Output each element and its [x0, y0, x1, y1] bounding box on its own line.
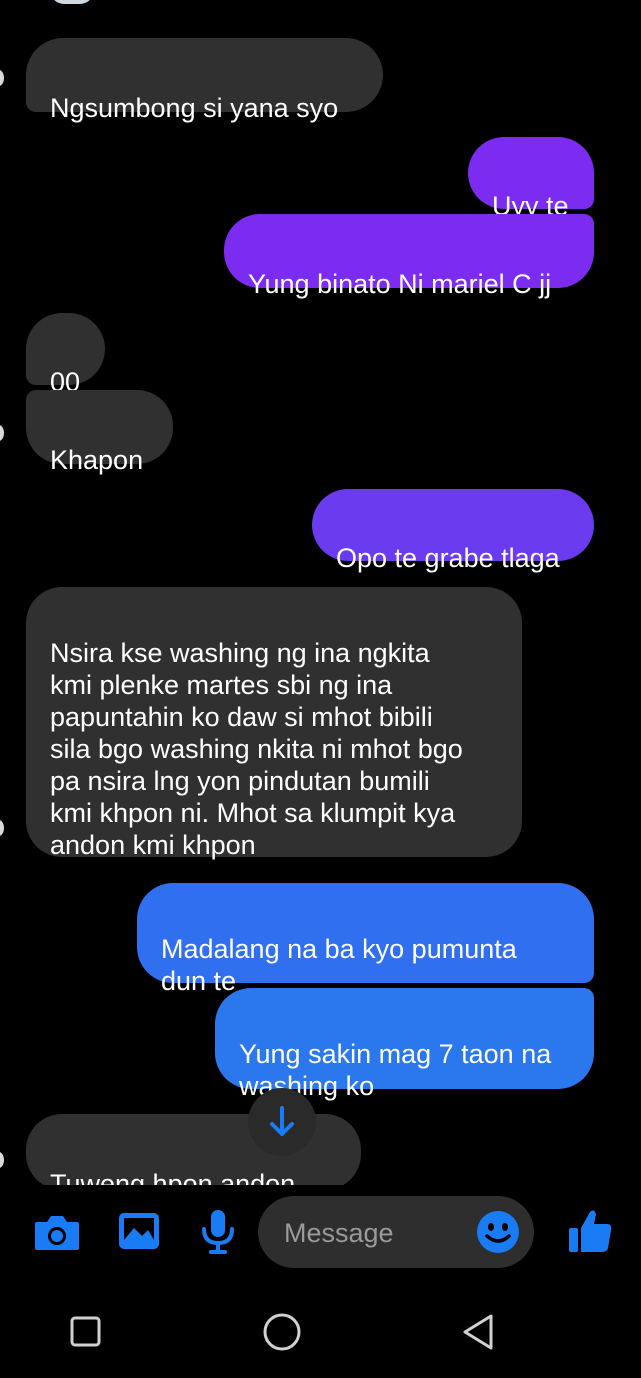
- sender-avatar: [0, 70, 4, 86]
- message-text: Nsira kse washing ng ina ngkita kmi plen…: [50, 638, 463, 860]
- message-bubble-sent[interactable]: Opo te grabe tlaga: [312, 489, 594, 573]
- message-input[interactable]: [282, 1214, 466, 1252]
- back-icon[interactable]: [460, 1312, 496, 1352]
- message-input-container: [258, 1196, 534, 1268]
- emoji-icon[interactable]: [476, 1210, 520, 1254]
- thumbs-up-icon: [569, 1210, 612, 1252]
- message-bubble-received[interactable]: Nsira kse washing ng ina ngkita kmi plen…: [26, 587, 522, 860]
- navigation-bar: [0, 1290, 641, 1378]
- message-text: Opo te grabe tlaga: [336, 543, 560, 573]
- scroll-to-bottom-button[interactable]: [248, 1088, 316, 1156]
- microphone-button[interactable]: [200, 1209, 236, 1255]
- message-bubble-sent[interactable]: Madalang na ba kyo pumunta dun te: [137, 883, 594, 996]
- message-bubble-sent[interactable]: Yung sakin mag 7 taon na washing ko: [215, 988, 594, 1101]
- camera-icon: [35, 1216, 79, 1250]
- message-bubble-sent[interactable]: Yung binato Ni mariel C jj: [224, 214, 594, 299]
- microphone-icon: [202, 1210, 234, 1254]
- message-text: Yung binato Ni mariel C jj: [248, 269, 552, 299]
- arrow-down-icon: [270, 1106, 294, 1136]
- sender-avatar: [0, 425, 4, 441]
- sender-avatar: [0, 1152, 4, 1168]
- message-text: Madalang na ba kyo pumunta dun te: [161, 934, 517, 996]
- message-bubble-received[interactable]: 00: [26, 313, 105, 397]
- gallery-icon: [119, 1213, 159, 1249]
- sender-avatar: [0, 820, 4, 836]
- home-icon[interactable]: [262, 1312, 302, 1352]
- chat-thread: Ngsumbong si yana syo Uyy te Yung binato…: [0, 0, 641, 1185]
- message-bubble-received[interactable]: Ngsumbong si yana syo: [26, 38, 383, 123]
- recent-apps-icon[interactable]: [70, 1316, 102, 1348]
- message-text: Ngsumbong si yana syo: [50, 93, 339, 123]
- message-text: Tuweng hpon andon kmi: [50, 1169, 296, 1185]
- message-bubble-sent[interactable]: Uyy te: [468, 137, 594, 221]
- message-text: Khapon: [50, 445, 144, 475]
- camera-button[interactable]: [34, 1212, 80, 1252]
- like-button[interactable]: [568, 1208, 612, 1254]
- message-bubble-received[interactable]: Khapon: [26, 390, 173, 475]
- gallery-button[interactable]: [118, 1212, 160, 1250]
